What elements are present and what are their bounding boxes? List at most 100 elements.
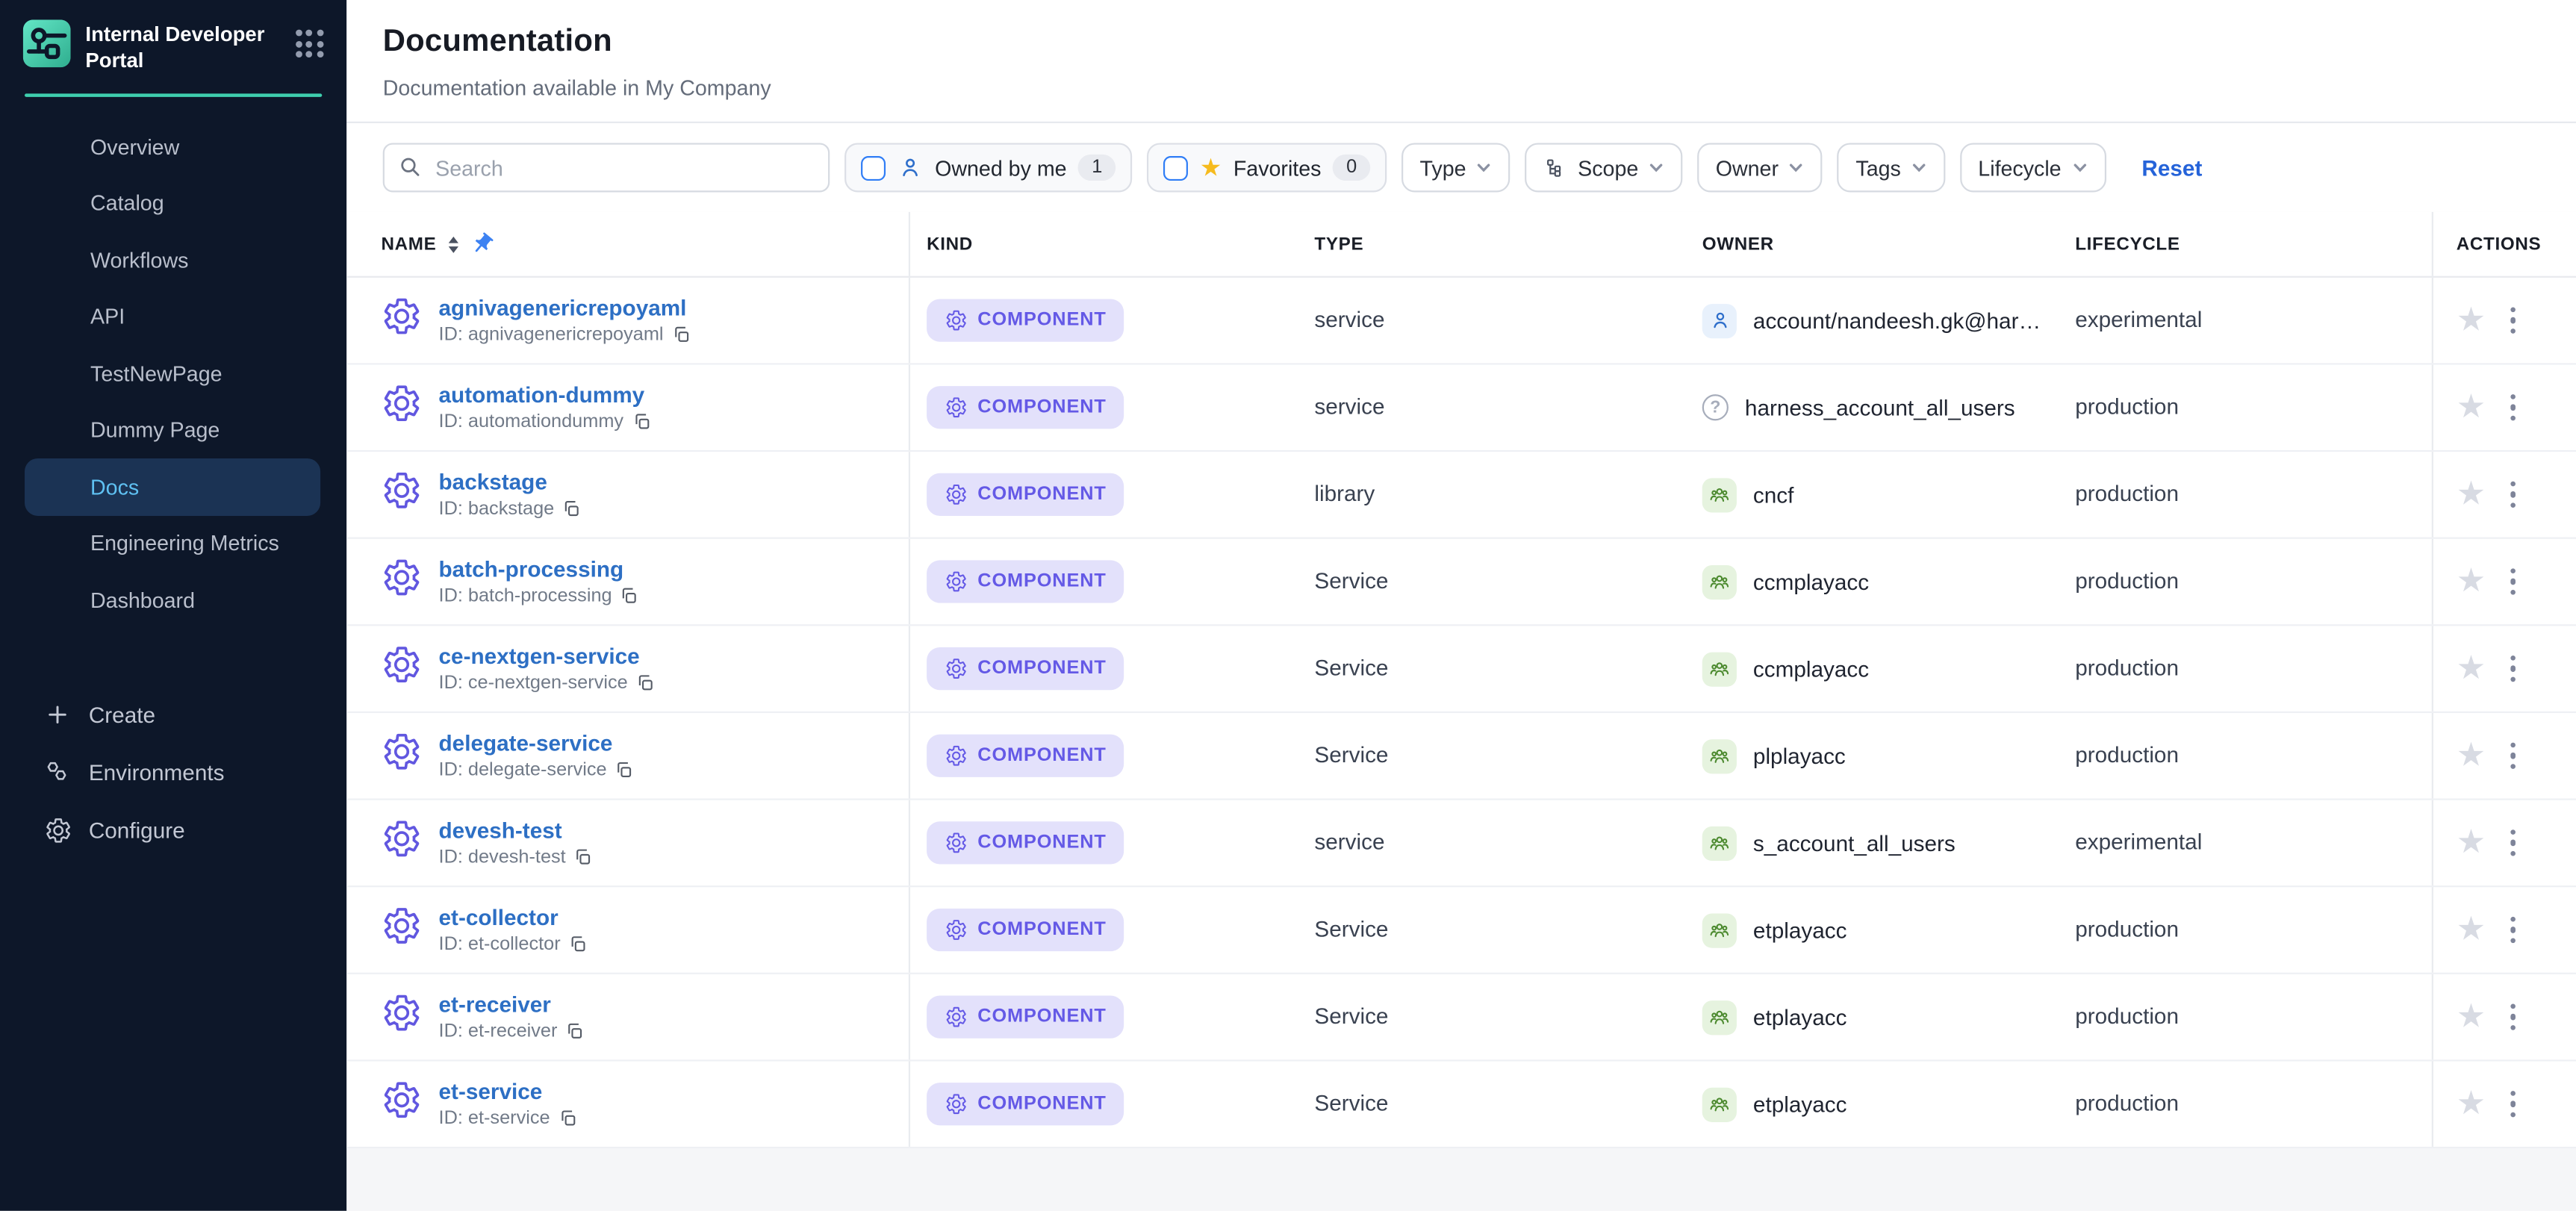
kebab-menu-icon[interactable] (2507, 391, 2519, 424)
component-gear-icon (382, 644, 423, 694)
sidebar-item-configure[interactable]: Configure (0, 801, 346, 859)
favorite-star-icon[interactable]: ★ (2457, 826, 2486, 859)
copy-icon[interactable] (672, 326, 691, 344)
column-header-lifecycle: LIFECYCLE (2059, 234, 2432, 254)
name-cell: et-service ID: et-service (346, 1062, 910, 1147)
table-row: ce-nextgen-service ID: ce-nextgen-servic… (346, 626, 2576, 713)
owner-group-icon (1702, 738, 1737, 773)
favorite-star-icon[interactable]: ★ (2457, 391, 2486, 424)
entity-name-link[interactable]: et-receiver (439, 992, 585, 1017)
kebab-menu-icon[interactable] (2507, 913, 2519, 946)
favorite-star-icon[interactable]: ★ (2457, 478, 2486, 511)
copy-icon[interactable] (574, 848, 593, 867)
kebab-menu-icon[interactable] (2507, 739, 2519, 772)
search-input[interactable] (383, 143, 830, 192)
copy-icon[interactable] (562, 500, 581, 519)
sidebar-item-catalog[interactable]: Catalog (25, 175, 320, 231)
page-subtitle: Documentation available in My Company (383, 75, 2537, 122)
copy-icon[interactable] (632, 413, 650, 432)
entity-name-link[interactable]: batch-processing (439, 557, 639, 582)
sidebar-item-dummy-page[interactable]: Dummy Page (25, 402, 320, 458)
kebab-menu-icon[interactable] (2507, 652, 2519, 685)
kebab-menu-icon[interactable] (2507, 304, 2519, 337)
favorite-star-icon[interactable]: ★ (2457, 304, 2486, 337)
kebab-menu-icon[interactable] (2507, 478, 2519, 511)
sort-icon[interactable] (448, 236, 458, 252)
sidebar-header: Internal Developer Portal (0, 0, 346, 74)
entity-name-link[interactable]: delegate-service (439, 731, 634, 756)
owner-dropdown[interactable]: Owner (1698, 143, 1823, 192)
favorite-star-icon[interactable]: ★ (2457, 653, 2486, 685)
type-cell: Service (1298, 1089, 1685, 1119)
sidebar-item-api[interactable]: API (25, 288, 320, 345)
favorites-checkbox[interactable] (1163, 155, 1188, 180)
entity-name-link[interactable]: automation-dummy (439, 383, 651, 408)
copy-icon[interactable] (620, 587, 639, 606)
column-header-type: TYPE (1298, 234, 1685, 254)
copy-icon[interactable] (636, 674, 655, 693)
favorite-star-icon[interactable]: ★ (2457, 1088, 2486, 1121)
entity-name-link[interactable]: backstage (439, 470, 582, 494)
reset-filters-button[interactable]: Reset (2141, 155, 2202, 180)
favorite-star-icon[interactable]: ★ (2457, 739, 2486, 772)
copy-icon[interactable] (565, 1022, 584, 1041)
sidebar-item-engineering-metrics[interactable]: Engineering Metrics (25, 515, 320, 572)
type-cell: Service (1298, 915, 1685, 945)
scope-dropdown-label: Scope (1578, 155, 1638, 180)
scope-dropdown[interactable]: Scope (1525, 143, 1683, 192)
lifecycle-dropdown[interactable]: Lifecycle (1960, 143, 2106, 192)
lifecycle-cell: experimental (2059, 828, 2432, 858)
tags-dropdown[interactable]: Tags (1838, 143, 1945, 192)
hexagons-icon (43, 757, 72, 787)
sidebar-item-testnewpage[interactable]: TestNewPage (25, 345, 320, 402)
component-gear-icon (382, 731, 423, 780)
sidebar-item-environments[interactable]: Environments (0, 744, 346, 801)
kind-chip: COMPONENT (927, 473, 1124, 516)
copy-icon[interactable] (559, 1109, 577, 1128)
owned-by-me-filter[interactable]: Owned by me 1 (844, 143, 1133, 192)
copy-icon[interactable] (569, 936, 588, 954)
entity-name-link[interactable]: devesh-test (439, 818, 594, 843)
table-row: automation-dummy ID: automationdummy COM… (346, 365, 2576, 452)
kebab-menu-icon[interactable] (2507, 826, 2519, 859)
owned-by-me-checkbox[interactable] (861, 155, 886, 180)
column-header-name[interactable]: NAME (346, 212, 910, 276)
kebab-menu-icon[interactable] (2507, 1000, 2519, 1033)
copy-icon[interactable] (615, 761, 634, 779)
owner-cell: cncf (1686, 477, 2059, 511)
sidebar-item-create[interactable]: Create (0, 686, 346, 744)
favorites-label: Favorites (1233, 155, 1322, 180)
favorite-star-icon[interactable]: ★ (2457, 565, 2486, 598)
sidebar-accent-rule (25, 93, 322, 96)
favorite-star-icon[interactable]: ★ (2457, 1000, 2486, 1033)
chip-gear-icon (945, 744, 968, 768)
chevron-down-icon (1476, 156, 1493, 181)
sidebar-item-overview[interactable]: Overview (25, 118, 320, 175)
docs-table: NAME KIND TYPE OWNER LIFECYCLE ACTIONS a… (346, 212, 2576, 1148)
kebab-menu-icon[interactable] (2507, 565, 2519, 598)
entity-name-link[interactable]: ce-nextgen-service (439, 644, 655, 669)
kind-cell: COMPONENT (910, 821, 1298, 864)
owner-cell: ccmplayacc (1686, 651, 2059, 685)
entity-name-link[interactable]: et-service (439, 1080, 577, 1104)
kebab-menu-icon[interactable] (2507, 1088, 2519, 1121)
sidebar-item-workflows[interactable]: Workflows (25, 231, 320, 288)
star-icon: ★ (1200, 155, 1222, 180)
component-gear-icon (382, 818, 423, 868)
owner-cell: etplayacc (1686, 1087, 2059, 1121)
sidebar-item-docs[interactable]: Docs (25, 458, 320, 515)
type-dropdown[interactable]: Type (1401, 143, 1511, 192)
favorite-star-icon[interactable]: ★ (2457, 913, 2486, 946)
entity-id-text: ID: automationdummy (439, 412, 624, 432)
sidebar-item-dashboard[interactable]: Dashboard (25, 572, 320, 629)
component-gear-icon (382, 296, 423, 345)
owner-cell: s_account_all_users (1686, 826, 2059, 860)
component-gear-icon (382, 905, 423, 954)
entity-name-link[interactable]: agnivagenericrepoyaml (439, 296, 691, 320)
favorites-filter[interactable]: ★ Favorites 0 (1147, 143, 1387, 192)
apps-grid-icon[interactable] (296, 30, 324, 58)
pin-icon[interactable] (469, 231, 494, 256)
actions-cell: ★ (2432, 887, 2576, 972)
entity-name-link[interactable]: et-collector (439, 905, 588, 930)
chevron-down-icon (1788, 156, 1805, 181)
